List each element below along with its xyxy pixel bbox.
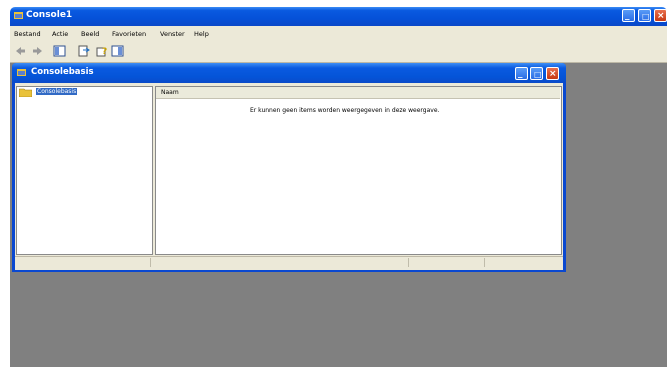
svg-text:?: ? xyxy=(102,47,107,57)
status-divider xyxy=(408,258,409,267)
app-title: Console1 xyxy=(26,10,73,20)
child-close-button[interactable]: × xyxy=(546,67,559,80)
console-tree-pane[interactable] xyxy=(16,86,153,255)
empty-list-message: Er kunnen geen items worden weergegeven … xyxy=(250,107,440,114)
forward-icon[interactable] xyxy=(31,45,44,57)
maximize-button[interactable]: □ xyxy=(638,9,651,22)
menu-bar xyxy=(10,26,667,43)
console-icon xyxy=(17,68,26,76)
column-header-row xyxy=(156,87,560,99)
status-divider xyxy=(150,258,151,267)
menu-bestand[interactable]: Bestand xyxy=(14,30,41,38)
column-header-naam[interactable]: Naam xyxy=(161,89,179,96)
child-minimize-button[interactable]: _ xyxy=(515,67,528,80)
menu-beeld[interactable]: Beeld xyxy=(81,30,99,38)
close-button[interactable]: × xyxy=(654,9,667,22)
close-icon: × xyxy=(657,11,665,21)
menu-venster[interactable]: Venster xyxy=(160,30,185,38)
maximize-icon: □ xyxy=(534,70,542,79)
minimize-icon: _ xyxy=(518,69,523,79)
child-titlebar[interactable] xyxy=(12,63,566,83)
menu-favorieten[interactable]: Favorieten xyxy=(112,30,146,38)
status-divider xyxy=(484,258,485,267)
folder-icon xyxy=(18,88,33,98)
app-titlebar[interactable] xyxy=(10,7,667,26)
menu-actie[interactable]: Actie xyxy=(52,30,68,38)
export-list-icon[interactable] xyxy=(77,45,90,57)
minimize-icon: _ xyxy=(625,11,630,21)
desktop-edge xyxy=(0,0,10,367)
console-icon xyxy=(14,11,23,19)
back-icon[interactable] xyxy=(14,45,27,57)
minimize-button[interactable]: _ xyxy=(622,9,635,22)
close-icon: × xyxy=(549,69,557,79)
maximize-icon: □ xyxy=(642,12,650,21)
help-icon[interactable]: ? xyxy=(96,45,109,57)
status-bar xyxy=(15,256,563,270)
tree-item-consolebasis[interactable]: Consolebasis xyxy=(36,88,78,95)
child-title: Consolebasis xyxy=(31,67,94,77)
show-hide-console-tree-icon[interactable] xyxy=(53,45,66,57)
child-maximize-button[interactable]: □ xyxy=(530,67,543,80)
show-hide-action-pane-icon[interactable] xyxy=(111,45,124,57)
menu-help[interactable]: Help xyxy=(194,30,209,38)
